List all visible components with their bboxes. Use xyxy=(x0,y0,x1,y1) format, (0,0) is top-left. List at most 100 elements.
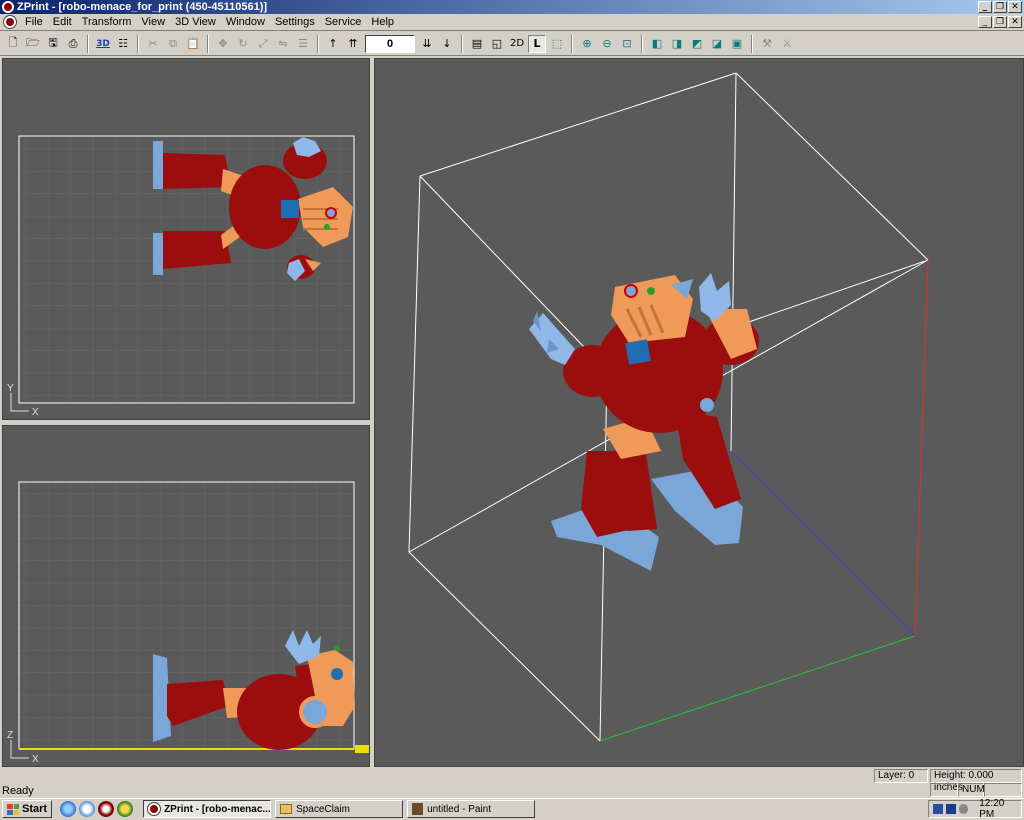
title-bar: ZPrint - [robo-menace_for_print (450-451… xyxy=(0,0,1024,14)
paste-icon[interactable]: 📋 xyxy=(184,35,202,53)
3d-print-button[interactable]: 3D xyxy=(94,35,112,53)
menu-edit[interactable]: Edit xyxy=(48,16,77,28)
new-icon[interactable]: 🗋 xyxy=(4,35,22,53)
paint-icon xyxy=(412,803,424,815)
restore-button[interactable]: ❐ xyxy=(993,1,1007,13)
view-left-icon[interactable]: ◩ xyxy=(688,35,706,53)
window-title: ZPrint - [robo-menace_for_print (450-451… xyxy=(17,1,268,13)
doc-minimize-button[interactable]: _ xyxy=(978,16,992,28)
perspective-viewport[interactable] xyxy=(374,58,1024,767)
zprint-task-icon xyxy=(148,803,161,815)
task-spaceclaim[interactable]: SpaceClaim xyxy=(275,800,404,818)
axis-label-x: X xyxy=(32,754,39,765)
ie-quicklaunch-icon[interactable] xyxy=(60,801,77,817)
axis-label-z: Z xyxy=(7,730,13,741)
cut-icon[interactable]: ✂ xyxy=(144,35,162,53)
view-right-icon[interactable]: ◪ xyxy=(708,35,726,53)
list-icon[interactable]: ☷ xyxy=(114,35,132,53)
toolbar-separator xyxy=(317,34,319,53)
status-scroll xyxy=(984,783,1022,797)
menu-transform[interactable]: Transform xyxy=(77,16,137,28)
layer-input[interactable]: 0 xyxy=(365,34,415,53)
menu-view[interactable]: View xyxy=(136,16,170,28)
rotate-icon[interactable]: ↻ xyxy=(234,35,252,53)
side-view-canvas: Z X xyxy=(7,481,369,765)
document-icon[interactable] xyxy=(4,16,16,28)
perspective-view-canvas xyxy=(408,72,929,742)
toolbar-separator xyxy=(571,34,573,53)
side-viewport[interactable]: Z X xyxy=(2,425,370,767)
start-button[interactable]: Start xyxy=(2,800,53,818)
zprint-app-icon[interactable] xyxy=(2,1,14,13)
layer-up-fast-icon[interactable]: ⇈ xyxy=(344,35,362,53)
task-zprint-label: ZPrint - [robo-menac... xyxy=(164,803,271,815)
status-height: Height: 0.000 inches xyxy=(930,769,1022,793)
view-top-icon[interactable]: ▣ xyxy=(728,35,746,53)
menu-file[interactable]: File xyxy=(20,16,48,28)
scale-icon[interactable]: ⤢ xyxy=(254,35,272,53)
zoom-in-icon[interactable]: ⊕ xyxy=(578,35,596,53)
open-icon[interactable]: 🗁 xyxy=(24,35,42,53)
status-bar: Ready Layer: 0 Height: 0.000 inches NUM xyxy=(0,768,1024,798)
view-back-icon[interactable]: ◨ xyxy=(668,35,686,53)
taskbar: Start ZPrint - [robo-menac... SpaceClaim… xyxy=(0,798,1024,820)
menu-help[interactable]: Help xyxy=(366,16,399,28)
tool-b-icon[interactable]: ⚔ xyxy=(778,35,796,53)
task-paint-label: untitled - Paint xyxy=(427,803,491,815)
zprint-quicklaunch-icon[interactable] xyxy=(98,801,115,817)
top-viewport[interactable]: Y X xyxy=(2,58,370,420)
align-icon[interactable]: ☰ xyxy=(294,35,312,53)
network-icon[interactable] xyxy=(933,804,943,814)
layer-marker-icon[interactable] xyxy=(355,745,369,753)
folder-icon xyxy=(280,804,293,814)
x-axis-line xyxy=(599,635,916,742)
windows-logo-icon xyxy=(7,803,19,815)
toolbar-separator xyxy=(207,34,209,53)
layer-up-icon[interactable]: ↑ xyxy=(324,35,342,53)
task-zprint[interactable]: ZPrint - [robo-menac... xyxy=(143,800,272,818)
toolbar-separator xyxy=(87,34,89,53)
view-3d-cube-icon[interactable]: ⬚ xyxy=(548,35,566,53)
media-quicklaunch-icon[interactable] xyxy=(117,801,134,817)
toolbar-separator xyxy=(751,34,753,53)
slice-view-icon[interactable]: ▤ xyxy=(468,35,486,53)
menu-3d-view[interactable]: 3D View xyxy=(170,16,221,28)
zoom-out-icon[interactable]: ⊖ xyxy=(598,35,616,53)
doc-restore-button[interactable]: ❐ xyxy=(993,16,1007,28)
view-2d-button[interactable]: 2D xyxy=(508,35,526,53)
doc-close-button[interactable]: ✕ xyxy=(1008,16,1022,28)
volume-icon[interactable] xyxy=(958,804,969,814)
box-view-icon[interactable]: ◱ xyxy=(488,35,506,53)
toolbar-separator xyxy=(461,34,463,53)
view-l-button[interactable]: L xyxy=(528,34,546,53)
menu-service[interactable]: Service xyxy=(320,16,367,28)
system-tray: 12:20 PM xyxy=(928,798,1022,820)
y-axis-line xyxy=(730,450,916,637)
layer-down-icon[interactable]: ↓ xyxy=(438,35,456,53)
tool-a-icon[interactable]: ⚒ xyxy=(758,35,776,53)
axis-label-x: X xyxy=(32,407,39,418)
task-paint[interactable]: untitled - Paint xyxy=(407,800,536,818)
menu-bar: File Edit Transform View 3D View Window … xyxy=(0,14,1024,31)
zoom-fit-icon[interactable]: ⊡ xyxy=(618,35,636,53)
close-button[interactable]: ✕ xyxy=(1008,1,1022,13)
view-front-icon[interactable]: ◧ xyxy=(648,35,666,53)
toolbar-separator xyxy=(137,34,139,53)
clock[interactable]: 12:20 PM xyxy=(979,798,1021,820)
menu-settings[interactable]: Settings xyxy=(270,16,320,28)
start-label: Start xyxy=(22,803,48,815)
minimize-button[interactable]: _ xyxy=(978,1,992,13)
move-icon[interactable]: ✥ xyxy=(214,35,232,53)
robot-model-3d[interactable] xyxy=(529,273,759,571)
layer-down-fast-icon[interactable]: ⇊ xyxy=(418,35,436,53)
status-layer: Layer: 0 xyxy=(874,769,928,783)
menu-window[interactable]: Window xyxy=(221,16,270,28)
messenger-icon[interactable] xyxy=(945,804,956,814)
print-icon[interactable]: ⎙ xyxy=(64,35,82,53)
z-axis-line xyxy=(914,259,929,637)
outlook-quicklaunch-icon[interactable] xyxy=(79,801,96,817)
save-icon[interactable]: 🖫 xyxy=(44,35,62,53)
mirror-icon[interactable]: ⇋ xyxy=(274,35,292,53)
task-spaceclaim-label: SpaceClaim xyxy=(296,803,350,815)
copy-icon[interactable]: ⧉ xyxy=(164,35,182,53)
